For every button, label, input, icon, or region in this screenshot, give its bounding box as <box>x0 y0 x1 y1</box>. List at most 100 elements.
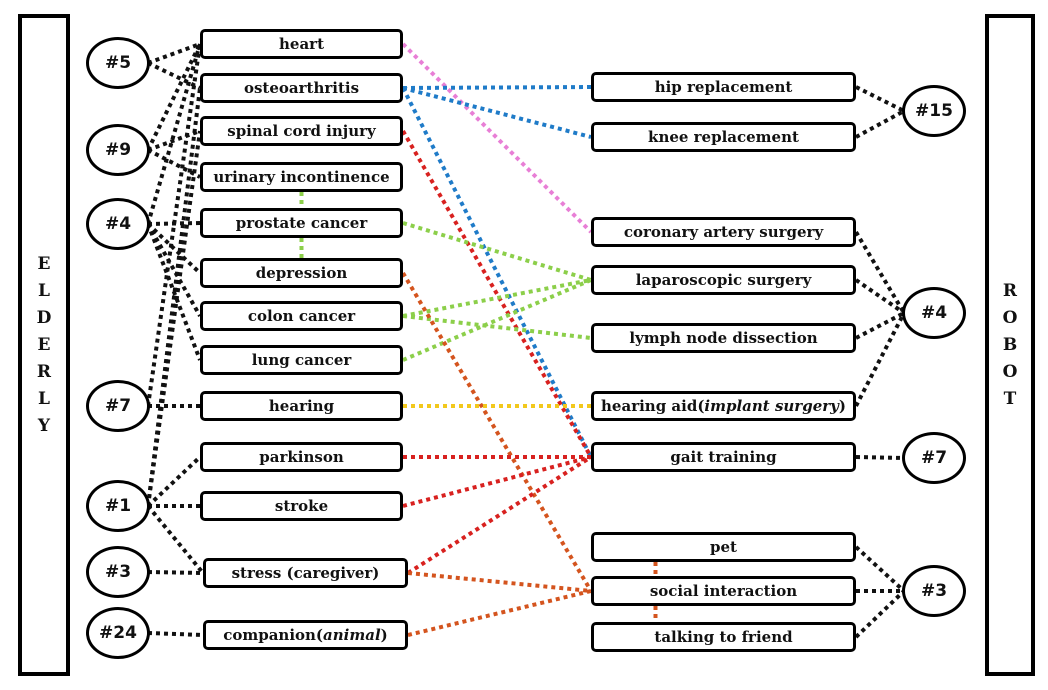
elderly-sidebar: ELDERLY <box>18 14 70 676</box>
node-label: colon cancer <box>247 307 356 325</box>
sidebar-letter: R <box>36 361 52 382</box>
sidebar-letter: B <box>1002 334 1018 355</box>
edge-c4-prostate <box>147 221 201 226</box>
sidebar-letter: O <box>1002 307 1018 328</box>
edge-c4-lung <box>146 223 202 361</box>
node-label: pet <box>710 538 737 556</box>
node-label: knee replacement <box>648 128 799 146</box>
robot-app-knee: knee replacement <box>591 122 856 152</box>
node-label: stress (caregiver) <box>231 564 380 582</box>
sidebar-letter: L <box>38 388 50 409</box>
edge-companion-social <box>407 589 592 637</box>
elderly-count-1: #1 <box>86 480 150 532</box>
robot-sidebar: ROBOT <box>985 14 1035 676</box>
edge-stroke-gait <box>402 455 592 508</box>
edge-depression-social <box>401 271 593 593</box>
edge-colon-lymph <box>402 314 592 340</box>
node-label: spinal cord injury <box>227 122 376 140</box>
edge-c24-companion <box>147 631 204 637</box>
node-label-suffix: ) <box>838 397 846 415</box>
condition-stress: stress (caregiver) <box>203 558 408 588</box>
edge-c4-depression <box>146 222 202 275</box>
node-label-italic: implant surgery <box>704 397 839 415</box>
node-label: hip replacement <box>654 78 793 96</box>
edge-c4-heart <box>146 43 202 225</box>
condition-spinal: spinal cord injury <box>200 116 403 146</box>
edge-hearaid-r4 <box>854 312 906 407</box>
node-label-italic: animal <box>323 626 381 644</box>
edge-c4-colon <box>146 223 202 317</box>
edge-c1-parkinson <box>146 455 202 508</box>
edge-stress-gait <box>406 455 593 575</box>
sidebar-letter: E <box>37 334 51 355</box>
edge-c1-osteo <box>146 87 202 507</box>
edge-prostate-lap <box>402 221 592 282</box>
edge-c5-heart <box>147 42 201 65</box>
robot-count-3: #3 <box>902 565 966 617</box>
node-label: gait training <box>670 448 777 466</box>
edge-lung-lap <box>402 278 592 362</box>
robot-app-gait: gait training <box>591 442 856 472</box>
robot-label: ROBOT <box>1003 278 1018 413</box>
edge-c5-osteo <box>147 61 201 90</box>
edge-osteo-knee <box>402 86 592 139</box>
condition-colon: colon cancer <box>200 301 403 331</box>
edge-osteo-gait <box>401 87 593 458</box>
edge-pet-r3 <box>854 545 906 593</box>
robot-count-4: #4 <box>902 287 966 339</box>
edge-hip-r15 <box>855 85 905 113</box>
node-label: lung cancer <box>251 351 352 369</box>
edge-osteo-hip <box>402 85 592 90</box>
robot-app-lymph: lymph node dissection <box>591 323 856 353</box>
robot-count-7: #7 <box>902 432 966 484</box>
node-label: companion( <box>223 626 324 644</box>
edge-talking-r3 <box>854 589 906 639</box>
robot-count-15: #15 <box>902 85 966 137</box>
node-label: depression <box>255 264 348 282</box>
condition-stroke: stroke <box>200 491 403 521</box>
edge-c1-stress <box>146 504 205 575</box>
sidebar-letter: T <box>1003 388 1017 409</box>
elderly-label: ELDERLY <box>37 251 52 440</box>
sidebar-letter: L <box>38 280 50 301</box>
robot-app-hearaid: hearing aid(implant surgery) <box>591 391 856 421</box>
robot-app-talking: talking to friend <box>591 622 856 652</box>
edge-spinal-gait <box>401 130 593 458</box>
node-label: coronary artery surgery <box>623 223 824 241</box>
edge-c1-spinal <box>146 130 202 507</box>
edge-c7-heart <box>146 43 202 407</box>
sidebar-letter: O <box>1002 361 1018 382</box>
node-label: hearing <box>268 397 335 415</box>
elderly-count-7: #7 <box>86 380 150 432</box>
edge-stress-social <box>407 571 592 593</box>
sidebar-letter: E <box>37 253 51 274</box>
edge-c9-spinal <box>147 129 201 152</box>
edge-knee-r15 <box>855 109 905 139</box>
condition-parkinson: parkinson <box>200 442 403 472</box>
node-label: hearing aid( <box>601 397 705 415</box>
robot-app-social: social interaction <box>591 576 856 606</box>
elderly-count-9: #9 <box>86 124 150 176</box>
condition-hearing: hearing <box>200 391 403 421</box>
robot-app-hip: hip replacement <box>591 72 856 102</box>
node-label: talking to friend <box>654 628 793 646</box>
node-label: prostate cancer <box>235 214 368 232</box>
elderly-count-5: #5 <box>86 37 150 89</box>
elderly-count-24: #24 <box>86 607 150 659</box>
edge-c9-heart <box>146 43 202 151</box>
condition-heart: heart <box>200 29 403 59</box>
elderly-count-4: #4 <box>86 198 150 250</box>
node-label: lymph node dissection <box>629 329 818 347</box>
node-label: laparoscopic surgery <box>635 271 812 289</box>
edge-colon-lap <box>402 278 592 318</box>
condition-lung: lung cancer <box>200 345 403 375</box>
node-label: social interaction <box>649 582 798 600</box>
edge-heart-coronary <box>401 42 593 234</box>
condition-osteo: osteoarthritis <box>200 73 403 103</box>
node-label: parkinson <box>259 448 344 466</box>
elderly-count-3: #3 <box>86 546 150 598</box>
edge-lap-r4 <box>854 278 906 315</box>
condition-companion: companion(animal) <box>203 620 408 650</box>
condition-urinary: urinary incontinence <box>200 162 403 192</box>
edge-coronary-r4 <box>854 230 906 315</box>
